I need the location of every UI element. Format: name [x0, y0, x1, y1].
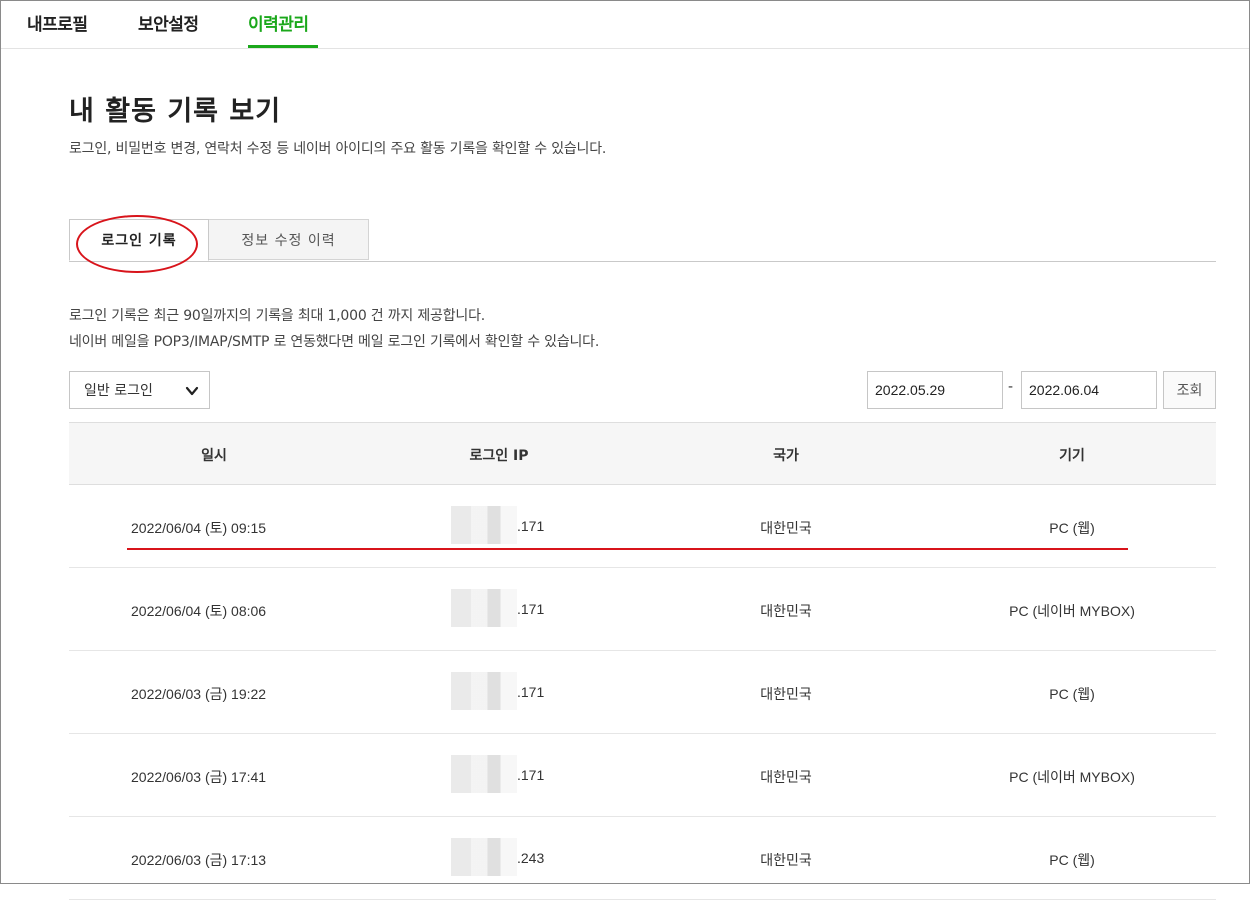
page-description: 로그인, 비밀번호 변경, 연락처 수정 등 네이버 아이디의 주요 활동 기록…	[69, 141, 607, 157]
date-to-input[interactable]	[1021, 371, 1157, 409]
date-from-input[interactable]	[867, 371, 1003, 409]
masked-ip-block	[451, 838, 517, 876]
cell-datetime: 2022/06/03 (금) 17:13	[131, 852, 267, 868]
info-text-mail: 네이버 메일을 POP3/IMAP/SMTP 로 연동했다면 메일 로그인 기록…	[69, 334, 600, 350]
red-underline-annotation	[127, 548, 1128, 550]
table-row: 2022/06/03 (금) 17:41 .171 대한민국 PC (네이버 M…	[69, 734, 1216, 817]
cell-country: 대한민국	[760, 769, 812, 785]
column-header-datetime: 일시	[201, 448, 227, 464]
date-separator: -	[1008, 379, 1014, 395]
nav-item-my-profile[interactable]: 내프로필	[27, 10, 88, 35]
tab-bar: 로그인 기록 정보 수정 이력	[69, 219, 1216, 262]
chevron-down-icon	[185, 386, 199, 396]
table-row: 2022/06/04 (토) 09:15 .171 대한민국 PC (웹)	[69, 485, 1216, 568]
page-title: 내 활동 기록 보기	[69, 96, 282, 127]
table-row: 2022/06/03 (금) 17:13 .243 대한민국 PC (웹)	[69, 817, 1216, 900]
search-button[interactable]: 조회	[1163, 371, 1216, 409]
info-text-retention: 로그인 기록은 최근 90일까지의 기록을 최대 1,000 건 까지 제공합니…	[69, 308, 485, 324]
cell-device: PC (네이버 MYBOX)	[1009, 603, 1135, 619]
login-type-select-value: 일반 로그인	[84, 383, 153, 399]
page-frame: 내프로필 보안설정 이력관리 내 활동 기록 보기 로그인, 비밀번호 변경, …	[0, 0, 1250, 900]
top-navigation: 내프로필 보안설정 이력관리	[1, 1, 1249, 49]
table-row: 2022/06/04 (토) 08:06 .171 대한민국 PC (네이버 M…	[69, 568, 1216, 651]
nav-item-history[interactable]: 이력관리	[248, 10, 309, 35]
cell-country: 대한민국	[760, 520, 812, 536]
cell-datetime: 2022/06/03 (금) 19:22	[131, 686, 267, 702]
column-header-ip: 로그인 IP	[469, 448, 529, 464]
masked-ip-block	[451, 506, 517, 544]
tab-login-history[interactable]: 로그인 기록	[69, 219, 209, 261]
nav-item-security-settings[interactable]: 보안설정	[138, 10, 199, 35]
masked-ip-block	[451, 755, 517, 793]
column-header-country: 국가	[773, 448, 799, 464]
cell-country: 대한민국	[760, 686, 812, 702]
active-nav-underline	[248, 45, 318, 48]
cell-ip: .171	[517, 767, 545, 783]
cell-datetime: 2022/06/03 (금) 17:41	[131, 769, 267, 785]
cell-ip: .171	[517, 518, 545, 534]
cell-country: 대한민국	[760, 852, 812, 868]
cell-datetime: 2022/06/04 (토) 08:06	[131, 603, 267, 619]
column-header-device: 기기	[1059, 448, 1085, 464]
login-type-select[interactable]: 일반 로그인	[69, 371, 210, 409]
masked-ip-block	[451, 589, 517, 627]
cell-device: PC (웹)	[1049, 686, 1095, 702]
masked-ip-block	[451, 672, 517, 710]
cell-ip: .243	[517, 850, 545, 866]
cell-device: PC (웹)	[1049, 852, 1095, 868]
cell-country: 대한민국	[760, 603, 812, 619]
cell-device: PC (웹)	[1049, 520, 1095, 536]
cell-ip: .171	[517, 601, 545, 617]
cell-ip: .171	[517, 684, 545, 700]
table-header: 일시 로그인 IP 국가 기기	[69, 422, 1216, 485]
cell-datetime: 2022/06/04 (토) 09:15	[131, 520, 267, 536]
table-row: 2022/06/03 (금) 19:22 .171 대한민국 PC (웹)	[69, 651, 1216, 734]
cell-device: PC (네이버 MYBOX)	[1009, 769, 1135, 785]
tab-info-change-history[interactable]: 정보 수정 이력	[209, 219, 369, 260]
